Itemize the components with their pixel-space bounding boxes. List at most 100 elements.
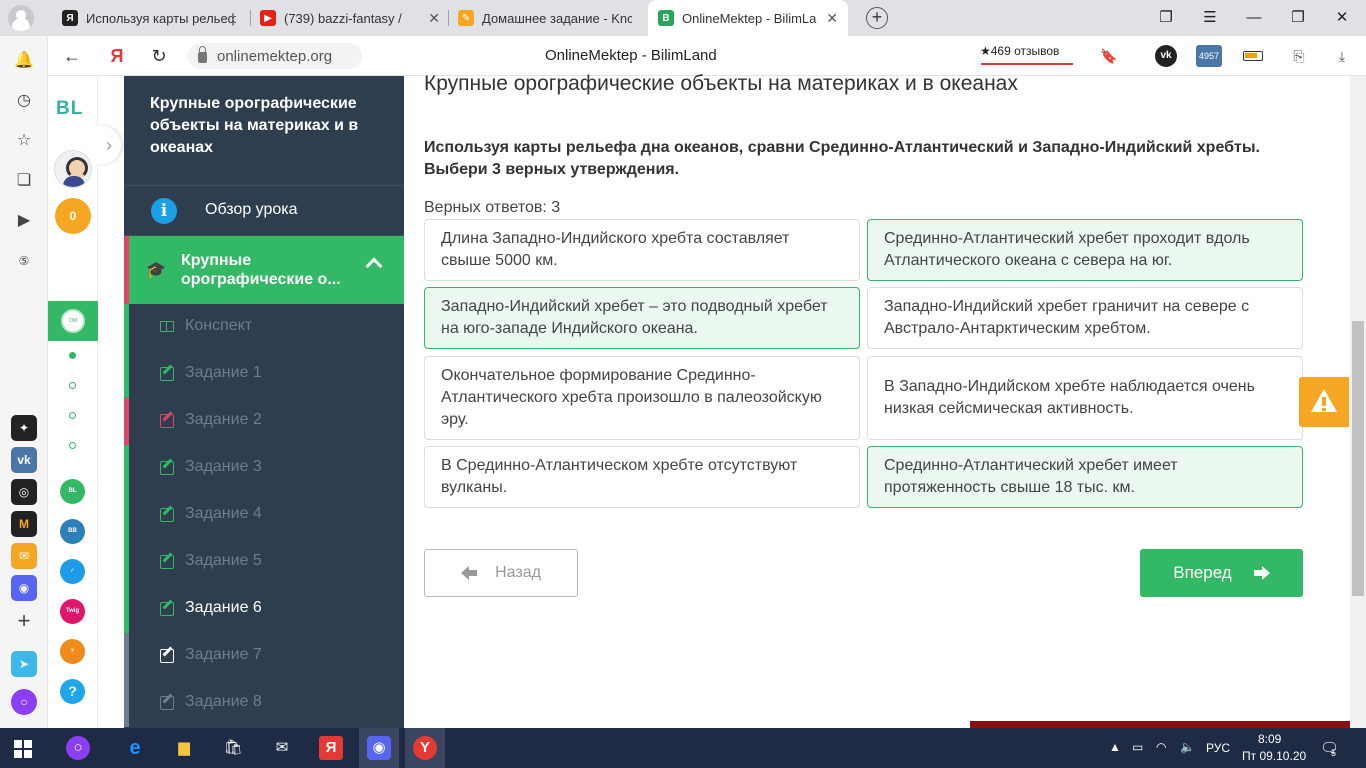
rail-dot[interactable] xyxy=(69,442,76,449)
answer-option[interactable]: В Западно-Индийском хребте наблюдается о… xyxy=(867,356,1303,440)
sidebar-item-task[interactable]: Задание 1 xyxy=(124,351,404,398)
discord-app-icon[interactable]: ◉ xyxy=(11,575,37,601)
sidebar-section-current[interactable]: 🎓 Крупные орографические о... xyxy=(124,236,404,304)
sidebar-item-task[interactable]: Задание 6 xyxy=(124,586,404,633)
sidebar-item-task[interactable]: Задание 2 xyxy=(124,398,404,445)
sidebar-item-task[interactable]: Задание 8 xyxy=(124,680,404,727)
wifi-icon[interactable]: ◠ xyxy=(1156,740,1166,754)
back-arrow-icon[interactable]: ← xyxy=(60,44,84,68)
collections-icon[interactable]: ❏ xyxy=(12,169,36,193)
vk-icon[interactable]: vk xyxy=(1155,45,1177,67)
assistant-icon[interactable]: ○ xyxy=(11,689,37,715)
answer-option[interactable]: Западно-Индийский хребет граничит на сев… xyxy=(867,287,1303,349)
yandex-icon[interactable]: Я xyxy=(105,44,129,68)
menu-icon[interactable]: ☰ xyxy=(1188,0,1232,36)
twig-app-icon[interactable]: Twig xyxy=(60,599,85,624)
close-window-button[interactable]: ✕ xyxy=(1320,0,1364,36)
yandex-browser-icon[interactable]: Y xyxy=(413,736,437,760)
new-tab-button[interactable]: + xyxy=(866,7,888,29)
answer-option[interactable]: Западно-Индийский хребет – это подводный… xyxy=(424,287,860,349)
minimize-button[interactable]: — xyxy=(1232,0,1276,36)
scrollbar-thumb[interactable] xyxy=(1352,321,1364,596)
mektep-app-icon[interactable]: ☀ xyxy=(60,639,85,664)
browser-tab[interactable]: Я Используя карты рельефа xyxy=(52,0,252,36)
sidebar-item-label: Задание 6 xyxy=(185,599,262,616)
store-icon[interactable]: 🛍 xyxy=(221,736,245,760)
history-icon[interactable]: ◷ xyxy=(12,89,36,113)
page-scrollbar[interactable] xyxy=(1350,76,1366,728)
bilimland-app-icon[interactable]: BL xyxy=(60,479,85,504)
sidebar-item-task[interactable]: Задание 5 xyxy=(124,539,404,586)
rail-dot[interactable] xyxy=(69,412,76,419)
sidebar-item-task[interactable]: Задание 7 xyxy=(124,633,404,680)
browser-tab[interactable]: B OnlineMektep - BilimLa ✕ xyxy=(648,0,848,36)
browser-tab[interactable]: ✎ Домашнее задание - Knc xyxy=(448,0,648,36)
messenger-icon[interactable]: ➤ xyxy=(11,651,37,677)
answer-option[interactable]: Срединно-Атлантический хребет проходит в… xyxy=(867,219,1303,281)
instagram-icon[interactable]: ◎ xyxy=(11,479,37,505)
report-warning-button[interactable] xyxy=(1299,377,1349,427)
onlinemektep-app[interactable]: OM xyxy=(48,301,98,341)
test-app-icon[interactable]: ✓ xyxy=(60,559,85,584)
clock-date[interactable]: Пт 09.10.20 xyxy=(1242,749,1306,763)
reload-icon[interactable]: ↻ xyxy=(147,44,171,68)
bell-icon[interactable]: 🔔 xyxy=(12,49,36,73)
sidebar-toggle-chevron-icon[interactable]: › xyxy=(97,126,121,164)
notifications-icon[interactable]: 🗨 xyxy=(1320,739,1339,757)
answer-option[interactable]: Окончательное формирование Срединно-Атла… xyxy=(424,356,860,440)
mail-icon[interactable]: ✉ xyxy=(11,543,37,569)
alice-icon[interactable]: ✦ xyxy=(11,415,37,441)
mail-badge[interactable]: 4957 xyxy=(1196,45,1222,67)
course-sidebar: Крупные орографические объекты на матери… xyxy=(124,76,404,728)
bilimbook-app-icon[interactable]: BB xyxy=(60,519,85,544)
chevron-up-icon[interactable] xyxy=(365,257,383,275)
yandex-taskbar-icon[interactable]: Я xyxy=(319,736,343,760)
sidebar-item-task[interactable]: Конспект xyxy=(124,304,404,351)
zen-icon[interactable]: ⑤ xyxy=(12,249,36,273)
explorer-icon[interactable]: ▆ xyxy=(172,736,196,760)
help-icon[interactable]: ? xyxy=(60,679,85,704)
answer-option[interactable]: Длина Западно-Индийского хребта составля… xyxy=(424,219,860,281)
coin-counter[interactable]: 0 xyxy=(55,198,91,234)
add-app-icon[interactable]: + xyxy=(12,609,36,633)
restore-button[interactable]: ❐ xyxy=(1276,0,1320,36)
tab-close-icon[interactable]: ✕ xyxy=(428,10,440,27)
url-field[interactable]: onlinemektep.org xyxy=(188,43,362,69)
tab-title: Домашнее задание - Knc xyxy=(482,10,632,26)
download-icon[interactable]: ⤓ xyxy=(1331,45,1353,67)
tray-chevron-icon[interactable]: ▲ xyxy=(1109,740,1121,754)
back-button[interactable]: Назад xyxy=(424,549,578,597)
edge-icon[interactable]: e xyxy=(123,736,147,760)
reviews-badge[interactable]: ★469 отзывов xyxy=(980,44,1059,58)
vk-app-icon[interactable]: vk xyxy=(11,447,37,473)
tabs-list-icon[interactable]: ❐ xyxy=(1144,0,1188,36)
clock-time[interactable]: 8:09 xyxy=(1258,732,1281,746)
pencil-icon xyxy=(160,414,174,428)
extensions-icon[interactable]: ⎘ xyxy=(1288,45,1310,67)
next-button[interactable]: Вперед xyxy=(1140,549,1303,597)
alice-taskbar-icon[interactable]: ○ xyxy=(66,736,90,760)
volume-icon[interactable]: 🔈 xyxy=(1180,740,1195,754)
mail-taskbar-icon[interactable]: ✉ xyxy=(270,736,294,760)
browser-tab[interactable]: ▶ (739) bazzi-fantasy / ✕ xyxy=(250,0,450,36)
battery-icon[interactable] xyxy=(1243,51,1263,61)
answer-option[interactable]: В Срединно-Атлантическом хребте отсутств… xyxy=(424,446,860,508)
bookmark-icon[interactable]: 🔖 xyxy=(1098,45,1120,67)
tab-close-icon[interactable]: ✕ xyxy=(826,10,838,27)
battery-tray-icon[interactable]: ▭ xyxy=(1132,740,1143,754)
rail-dot[interactable] xyxy=(69,382,76,389)
sidebar-item-task[interactable]: Задание 3 xyxy=(124,445,404,492)
video-icon[interactable]: ▶ xyxy=(12,209,36,233)
windows-start-icon[interactable] xyxy=(14,740,32,758)
avatar[interactable] xyxy=(54,150,92,188)
music-icon[interactable]: M xyxy=(11,511,37,537)
profile-avatar-icon[interactable] xyxy=(8,5,34,31)
sidebar-item-task[interactable]: Задание 4 xyxy=(124,492,404,539)
star-icon[interactable]: ☆ xyxy=(12,129,36,153)
discord-icon[interactable]: ◉ xyxy=(367,736,391,760)
bilimland-logo[interactable]: BL xyxy=(56,98,83,120)
sidebar-item-overview[interactable]: i Обзор урока xyxy=(124,186,404,236)
rail-dot[interactable] xyxy=(69,352,76,359)
answer-option[interactable]: Срединно-Атлантический хребет имеет прот… xyxy=(867,446,1303,508)
language-indicator[interactable]: РУС xyxy=(1206,741,1230,755)
